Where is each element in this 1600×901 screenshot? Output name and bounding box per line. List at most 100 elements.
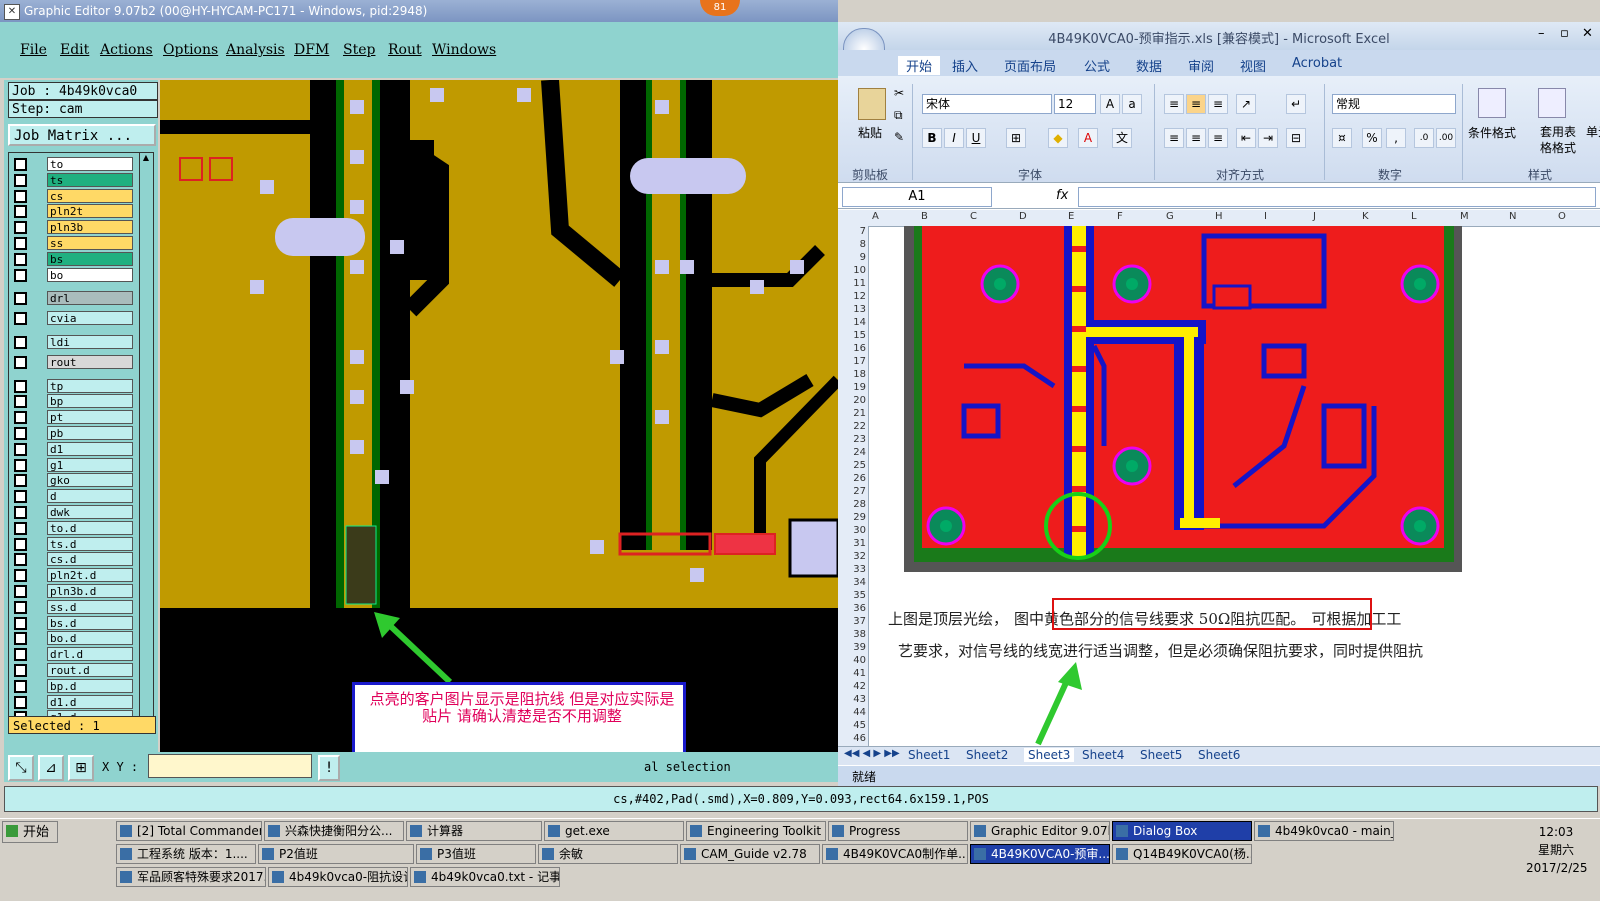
layer-checkbox[interactable] [14, 189, 27, 203]
align-bottom-icon[interactable]: ≡ [1208, 94, 1228, 114]
layer-row-5[interactable]: ss [11, 236, 135, 250]
row-header[interactable]: 42 [838, 681, 866, 692]
layer-checkbox[interactable] [14, 490, 27, 504]
layer-checkbox[interactable] [14, 632, 27, 646]
menu-analysis[interactable]: Analysis [226, 42, 285, 58]
layer-name[interactable]: ss.d [47, 599, 133, 614]
fill-color-icon[interactable]: ◆ [1048, 128, 1068, 148]
taskbar-item[interactable]: 4b49k0vca0.txt - 记事本 [410, 867, 560, 887]
sheet-tab-1[interactable]: Sheet1 [908, 748, 950, 762]
row-header[interactable]: 7 [838, 226, 866, 237]
layer-checkbox[interactable] [14, 221, 27, 235]
decrease-decimal-icon[interactable]: .00 [1436, 128, 1456, 148]
layer-row-24[interactable]: pln2t.d [11, 568, 135, 583]
tab-data[interactable]: 数据 [1136, 56, 1162, 75]
tab-insert[interactable]: 插入 [952, 56, 978, 75]
comma-icon[interactable]: , [1386, 128, 1406, 148]
merge-cells-icon[interactable]: ⊟ [1286, 128, 1306, 148]
zoom-tool-icon[interactable]: ⤡ [8, 755, 34, 781]
layer-checkbox[interactable] [14, 506, 27, 519]
conditional-format-icon[interactable] [1478, 88, 1506, 118]
wrap-text-icon[interactable]: ↵ [1286, 94, 1306, 114]
phonetic-icon[interactable]: 文 [1112, 128, 1132, 148]
layer-name[interactable]: d1 [47, 441, 133, 456]
column-header[interactable]: H [1215, 211, 1223, 222]
row-header[interactable]: 15 [838, 330, 866, 341]
layer-checkbox[interactable] [14, 336, 27, 349]
layer-checkbox[interactable] [14, 411, 27, 425]
row-header[interactable]: 32 [838, 551, 866, 562]
row-header[interactable]: 10 [838, 265, 866, 276]
maximize-icon[interactable]: ▫ [1560, 26, 1569, 41]
row-header[interactable]: 24 [838, 447, 866, 458]
format-table-icon[interactable] [1538, 88, 1566, 118]
layer-name[interactable]: rout [47, 354, 133, 369]
layer-name[interactable]: drl.d [47, 647, 133, 662]
column-header[interactable]: O [1558, 211, 1566, 222]
tab-view[interactable]: 视图 [1240, 56, 1266, 75]
column-header[interactable]: A [872, 211, 879, 222]
row-header[interactable]: 22 [838, 421, 866, 432]
row-header[interactable]: 11 [838, 278, 866, 289]
decrease-indent-icon[interactable]: ⇤ [1236, 128, 1256, 148]
align-center-icon[interactable]: ≡ [1186, 128, 1206, 148]
currency-icon[interactable]: ¤ [1332, 128, 1352, 148]
shrink-font-icon[interactable]: a [1122, 94, 1142, 114]
layer-row-20[interactable]: dwk [11, 505, 135, 519]
taskbar-item[interactable]: Graphic Editor 9.07b2... [970, 821, 1110, 841]
layer-checkbox[interactable] [14, 664, 27, 677]
row-header[interactable]: 18 [838, 369, 866, 380]
layer-checkbox[interactable] [14, 292, 27, 306]
copy-icon[interactable]: ⧉ [894, 108, 903, 123]
layer-row-10[interactable]: ldi [11, 335, 135, 349]
menu-step[interactable]: Step [343, 42, 375, 58]
layer-row-6[interactable]: bs [11, 251, 135, 266]
taskbar-item[interactable]: 余敏 [538, 844, 678, 864]
menu-dfm[interactable]: DFM [294, 42, 329, 58]
taskbar-item[interactable]: 工程系统 版本：1.... [116, 844, 256, 864]
column-header[interactable]: M [1460, 211, 1469, 222]
taskbar-item[interactable]: 计算器 [406, 821, 542, 841]
row-header[interactable]: 43 [838, 694, 866, 705]
layer-name[interactable]: dwk [47, 505, 133, 519]
taskbar-item[interactable]: 4b49k0vca0 - main_qa [1254, 821, 1394, 841]
taskbar-item[interactable]: 兴森快捷衡阳分公... [264, 821, 404, 841]
row-header[interactable]: 34 [838, 577, 866, 588]
name-box[interactable]: A1 [842, 187, 992, 207]
align-top-icon[interactable]: ≡ [1164, 94, 1184, 114]
taskbar-item[interactable]: get.exe [544, 821, 684, 841]
layer-row-9[interactable]: cvia [11, 311, 135, 326]
tab-acrobat[interactable]: Acrobat [1292, 56, 1342, 71]
taskbar-item[interactable]: 4B49K0VCA0-预审... [970, 844, 1110, 864]
tab-page-layout[interactable]: 页面布局 [1004, 56, 1056, 75]
close-icon[interactable]: ✕ [1582, 26, 1593, 41]
layer-row-21[interactable]: to.d [11, 520, 135, 535]
layer-name[interactable]: drl [47, 291, 133, 306]
menu-edit[interactable]: Edit [60, 42, 89, 58]
layer-checkbox[interactable] [14, 173, 27, 187]
column-header[interactable]: F [1117, 211, 1123, 222]
menu-rout[interactable]: Rout [388, 42, 422, 58]
layer-name[interactable]: pln2t.d [47, 568, 133, 583]
layer-row-16[interactable]: d1 [11, 441, 135, 456]
minimize-icon[interactable]: – [1538, 26, 1545, 41]
layer-checkbox[interactable] [14, 427, 27, 440]
row-header[interactable]: 44 [838, 707, 866, 718]
taskbar-item[interactable]: Progress [828, 821, 968, 841]
column-header[interactable]: D [1019, 211, 1027, 222]
layer-row-32[interactable]: d1.d [11, 694, 135, 709]
column-header[interactable]: L [1411, 211, 1417, 222]
layer-name[interactable]: g1 [47, 457, 133, 472]
row-header[interactable]: 35 [838, 590, 866, 601]
layer-checkbox[interactable] [14, 237, 27, 250]
layer-row-4[interactable]: pln3b [11, 220, 135, 235]
layer-row-8[interactable]: drl [11, 291, 135, 306]
layer-name[interactable]: pln3b.d [47, 584, 133, 598]
row-header[interactable]: 33 [838, 564, 866, 575]
column-header[interactable]: E [1068, 211, 1074, 222]
fx-icon[interactable]: fx [1056, 188, 1068, 203]
layer-row-17[interactable]: g1 [11, 457, 135, 472]
layer-name[interactable]: pt [47, 410, 133, 425]
layer-name[interactable]: pb [47, 426, 133, 440]
layer-name[interactable]: pln3b [47, 220, 133, 235]
